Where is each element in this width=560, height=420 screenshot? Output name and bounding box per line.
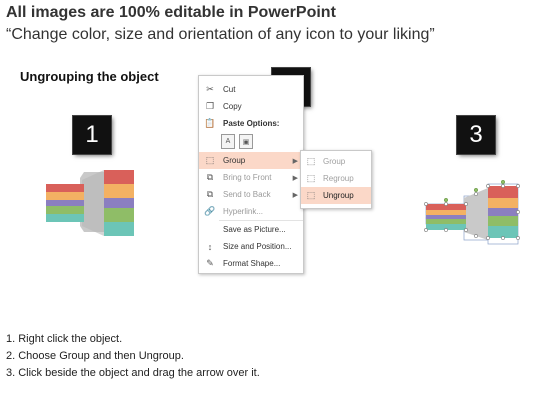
menu-item-send-to-back[interactable]: ⧉ Send to Back ▶ — [199, 186, 303, 203]
scissors-icon: ✂ — [206, 84, 214, 94]
step-badge-3: 3 — [457, 116, 495, 154]
paste-picture-icon[interactable]: ▣ — [239, 134, 253, 149]
bar-orange-small — [46, 192, 84, 200]
bar-purple-small — [426, 215, 466, 219]
clipboard-icon: 📋 — [204, 118, 216, 128]
submenu-item-ungroup[interactable]: ⬚ Ungroup — [301, 187, 371, 204]
submenu-arrow-icon: ▶ — [292, 157, 298, 165]
ungrouped-object-graphic[interactable] — [424, 180, 524, 250]
send-to-back-icon: ⧉ — [206, 189, 214, 199]
step-badge-1: 1 — [73, 116, 111, 154]
submenu-arrow-icon: ▶ — [292, 191, 298, 199]
connector-funnel — [82, 170, 104, 236]
bar-green-large — [488, 216, 518, 226]
hyperlink-icon: 🔗 — [204, 206, 216, 216]
section-title: Ungrouping the object — [20, 69, 159, 84]
bar-teal-small — [46, 214, 84, 222]
copy-icon: ❐ — [205, 101, 215, 111]
menu-item-copy[interactable]: ❐ Copy — [199, 98, 303, 115]
menu-item-bring-to-front[interactable]: ⧉ Bring to Front ▶ — [199, 169, 303, 186]
bar-purple-large — [104, 198, 134, 208]
page-title: All images are 100% editable in PowerPoi… — [6, 4, 336, 21]
context-menu: ✂ Cut ❐ Copy 📋 Paste Options: A ▣ ⬚ Grou… — [198, 75, 304, 274]
ungroup-icon: ⬚ — [306, 190, 316, 200]
instruction-list: 1. Right click the object. 2. Choose Gro… — [6, 331, 260, 382]
save-picture-icon — [204, 224, 216, 236]
bar-purple-large — [488, 208, 518, 216]
bar-red-small — [46, 184, 84, 192]
menu-item-hyperlink[interactable]: 🔗 Hyperlink... — [199, 203, 303, 220]
menu-item-paste-options: 📋 Paste Options: — [204, 118, 280, 128]
bar-orange-large — [104, 184, 134, 198]
regroup-icon: ⬚ — [306, 173, 316, 183]
instruction-step-3: 3. Click beside the object and drag the … — [6, 367, 260, 379]
bar-purple-small — [46, 200, 84, 206]
page-subtitle: “Change color, size and orientation of a… — [6, 26, 435, 43]
submenu-item-regroup[interactable]: ⬚ Regroup — [301, 170, 371, 187]
paste-keep-formatting-icon[interactable]: A — [221, 134, 235, 149]
group-submenu: ⬚ Group ⬚ Regroup ⬚ Ungroup — [300, 150, 372, 209]
menu-item-size-and-position[interactable]: ↕ Size and Position... — [199, 238, 303, 255]
bar-green-small — [426, 219, 466, 224]
menu-item-cut[interactable]: ✂ Cut — [199, 81, 303, 98]
menu-item-format-shape[interactable]: ✎ Format Shape... — [199, 255, 303, 272]
bar-green-small — [46, 206, 84, 214]
menu-item-save-as-picture[interactable]: Save as Picture... — [199, 221, 303, 238]
size-position-icon: ↕ — [207, 241, 213, 252]
submenu-item-group[interactable]: ⬚ Group — [301, 153, 371, 170]
format-shape-icon: ✎ — [206, 258, 214, 268]
bar-orange-large — [488, 198, 518, 208]
menu-item-group[interactable]: ⬚ Group ▶ — [199, 152, 303, 169]
bar-red-large — [104, 170, 134, 184]
instruction-step-2: 2. Choose Group and then Ungroup. — [6, 350, 184, 362]
instruction-step-1: 1. Right click the object. — [6, 333, 123, 345]
grouped-object-graphic[interactable] — [44, 168, 136, 240]
group-icon: ⬚ — [306, 156, 316, 166]
bar-green-large — [104, 208, 134, 222]
group-icon: ⬚ — [205, 155, 215, 165]
bar-orange-small — [426, 210, 466, 215]
bar-teal-large — [104, 222, 134, 236]
submenu-arrow-icon: ▶ — [292, 174, 298, 182]
bring-to-front-icon: ⧉ — [206, 172, 214, 182]
